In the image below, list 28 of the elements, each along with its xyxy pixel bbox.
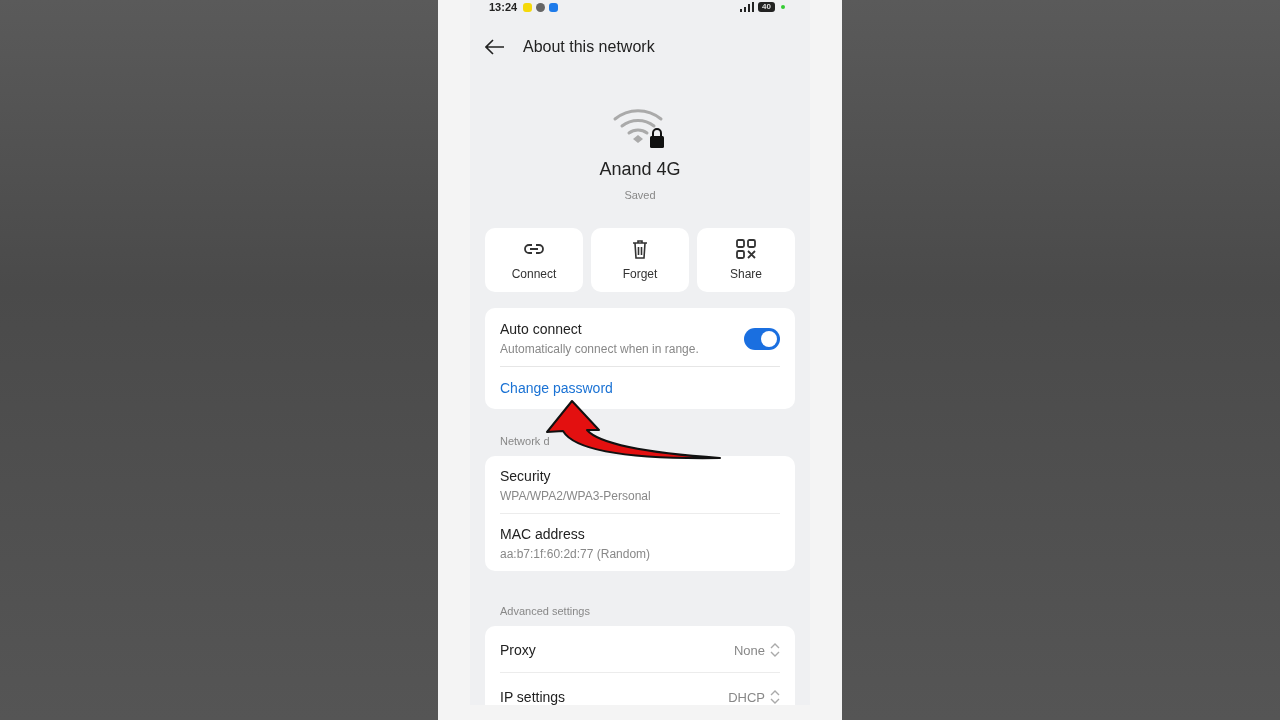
indicator-dot — [781, 5, 785, 9]
up-down-chevron-icon — [770, 689, 780, 705]
qr-code-icon — [736, 239, 756, 259]
up-down-chevron-icon — [770, 642, 780, 658]
info-label: MAC address — [500, 526, 586, 542]
change-password-link[interactable]: Change password — [500, 367, 613, 409]
setting-description: Automatically connect when in range. — [500, 342, 700, 356]
battery-level: 40 — [758, 2, 775, 12]
action-button[interactable]: Share — [697, 228, 795, 292]
status-time: 13:24 — [489, 1, 518, 13]
info-value: WPA/WPA2/WPA3-Personal — [500, 489, 652, 503]
section-heading: Advanced settings — [500, 605, 591, 617]
info-label: Security — [500, 468, 552, 484]
action-button[interactable]: Forget — [591, 228, 689, 292]
page-title: About this network — [523, 38, 655, 56]
network-name: Anand 4G — [598, 159, 682, 180]
action-button[interactable]: Connect — [485, 228, 583, 292]
select-row[interactable]: IP settings DHCP — [500, 673, 780, 705]
network-status: Saved — [623, 189, 657, 201]
toggle-switch[interactable] — [744, 327, 780, 350]
trash-icon — [632, 239, 648, 259]
select-row[interactable]: Proxy None — [500, 626, 780, 673]
section-heading: Network d — [500, 435, 551, 447]
setting-label: Auto connect — [500, 321, 583, 337]
signal-icon — [740, 2, 755, 12]
info-value: aa:b7:1f:60:2d:77 (Random) — [500, 547, 652, 561]
back-arrow-icon[interactable] — [485, 39, 505, 55]
link-icon — [523, 243, 545, 255]
